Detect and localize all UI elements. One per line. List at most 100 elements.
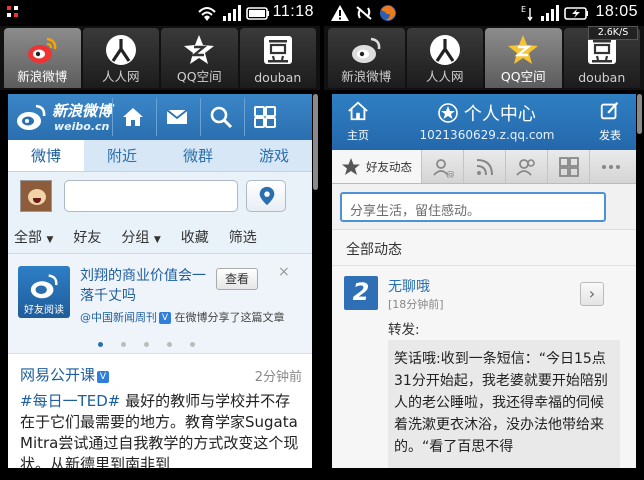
filter-friends[interactable]: 好友 [73,227,101,247]
home-button[interactable]: 主页 [340,100,376,143]
home-button[interactable] [112,98,152,136]
app-tab-qzone[interactable]: QQ空间 [485,28,562,88]
qzone-icon [184,35,215,64]
app-switcher: 新浪微博 人人网 QQ空间 douban 2.6K/S [324,26,644,90]
article-title[interactable]: 刘翔的商业价值会一落千丈吗 [80,266,210,306]
home-icon [123,108,143,126]
tab-games[interactable]: 游戏 [236,140,312,171]
avatar-glyph: 2 [352,278,370,306]
post-button[interactable]: 发表 [592,100,628,143]
weibo-icon [352,37,381,63]
tab-groups[interactable]: 微群 [160,140,236,171]
filter-all[interactable]: 全部 ▼ [14,227,53,247]
search-button[interactable] [200,98,240,136]
mail-icon [166,109,188,124]
app-tab-label: douban [578,70,626,85]
app-tab-label: QQ空间 [500,69,546,84]
warning-icon [331,5,349,21]
app-tab-label: douban [254,70,302,85]
verified-icon: V [97,371,110,383]
tab-apps[interactable] [548,150,590,183]
page-dot [98,342,103,347]
qzone-url: 1021360629.z.qq.com [419,128,555,142]
app-tab-weibo[interactable]: 新浪微博 [4,28,81,88]
data-transfer-icon: E [521,5,533,22]
status-bar: E 18:05 [324,0,644,26]
scrollbar[interactable] [313,94,318,190]
close-icon[interactable]: × [278,264,290,280]
renren-icon [429,35,460,65]
svg-text:@: @ [446,170,454,178]
at-user-icon: @ [433,159,454,178]
signal-icon [541,5,559,21]
source-name[interactable]: @中国新闻周刊 [80,311,157,324]
tab-more[interactable] [590,150,632,183]
app-tab-label: 新浪微博 [17,69,68,84]
hashtag[interactable]: #每日一TED# [20,392,120,410]
firefox-icon [380,5,396,21]
view-button[interactable]: 查看 [216,268,258,290]
tab-mentions[interactable]: @ [422,150,464,183]
qzone-tab-bar: 好友动态 @ [332,150,636,184]
feed-time: [18分钟前] [388,298,444,311]
compose-icon [600,102,619,120]
app-switcher: 新浪微博 人人网 QQ空间 douban [0,26,320,90]
qzone-app: 主页 个人中心 1021360629.z.qq.com 发表 好友动态 @ [332,94,636,468]
app-tab-label: 人人网 [101,69,140,84]
weibo-icon [28,37,57,63]
tab-friends[interactable] [506,150,548,183]
more-icon [602,165,620,169]
location-button[interactable] [246,180,286,212]
page-title-text: 个人中心 [463,104,536,125]
tab-weibo[interactable]: 微博 [8,140,84,171]
page-dot [121,342,126,347]
page-dot [167,342,172,347]
filter-favorites[interactable]: 收藏 [181,227,209,247]
app-tab-weibo[interactable]: 新浪微博 [328,28,405,88]
quoted-post[interactable]: 笑话哦:收到一条短信：“今日15点31分开始起，我老婆就要开始陪别人的老公睡啦，… [388,340,620,468]
share-input[interactable]: 分享生活，留住感动。 [340,192,606,222]
feed-time: 2分钟前 [254,370,302,385]
svg-text:E: E [521,5,526,14]
usb-debug-icon [7,6,18,17]
chevron-right-icon: › [588,284,596,303]
qzone-screen: E 18:05 新浪微博 人人网 QQ空间 douban 2.6K/S 主页 个… [324,0,644,480]
scrollbar[interactable] [637,94,642,134]
friend-reading-image[interactable]: 好友阅读 [18,266,70,318]
menu-grid-button[interactable] [244,98,284,136]
weibo-header: 新浪微博 weibo.cn [8,94,312,140]
feed-author[interactable]: 无聊哦 [388,276,430,296]
app-tab-douban[interactable]: douban [239,28,316,88]
feed-text: #每日一TED# 最好的教师与学校并不存在于它们最需要的地方。教育学家Sugat… [20,391,300,468]
avatar[interactable]: 2 [344,276,378,310]
feed-author[interactable]: 网易公开课 [20,366,95,384]
battery-icon [246,7,269,20]
messages-button[interactable] [156,98,196,136]
app-tab-qzone[interactable]: QQ空间 [161,28,238,88]
tab-friend-feed[interactable]: 好友动态 [332,150,422,183]
forward-label: 转发: [388,322,420,338]
qzone-header: 主页 个人中心 1021360629.z.qq.com 发表 [332,94,636,150]
tab-nearby[interactable]: 附近 [84,140,160,171]
filter-group-label: 分组 [121,229,150,246]
source-text: 在微博分享了这篇文章 [174,311,285,324]
weibo-screen: 11:18 新浪微博 人人网 QQ空间 douban 新浪微博 weibo.cn [0,0,320,480]
feed-item[interactable]: 2 无聊哦 [18分钟前] › 转发: 笑话哦:收到一条短信：“今日15点31分… [332,266,636,468]
expand-button[interactable]: › [580,282,604,306]
app-tab-renren[interactable]: 人人网 [406,28,483,88]
tab-rss[interactable] [464,150,506,183]
caret-down-icon: ▼ [46,234,54,245]
app-tab-label: QQ空间 [176,69,222,84]
qzone-icon [508,35,539,64]
filter-group[interactable]: 分组 ▼ [121,227,160,247]
no-sync-icon [356,6,372,20]
recommendation-card: 好友阅读 刘翔的商业价值会一落千丈吗 查看 × @中国新闻周刊 V 在微博分享了这… [8,254,312,354]
composer: 分享生活，留住感动。 [332,184,636,230]
filter-button[interactable]: 筛选 [229,227,257,247]
post-label: 发表 [599,129,621,142]
avatar[interactable] [20,180,52,212]
feed-item[interactable]: 网易公开课 V 2分钟前 #每日一TED# 最好的教师与学校并不存在于它们最需要的… [8,354,312,468]
post-input[interactable] [64,180,238,212]
network-speed: 2.6K/S [588,26,638,40]
app-tab-renren[interactable]: 人人网 [82,28,159,88]
